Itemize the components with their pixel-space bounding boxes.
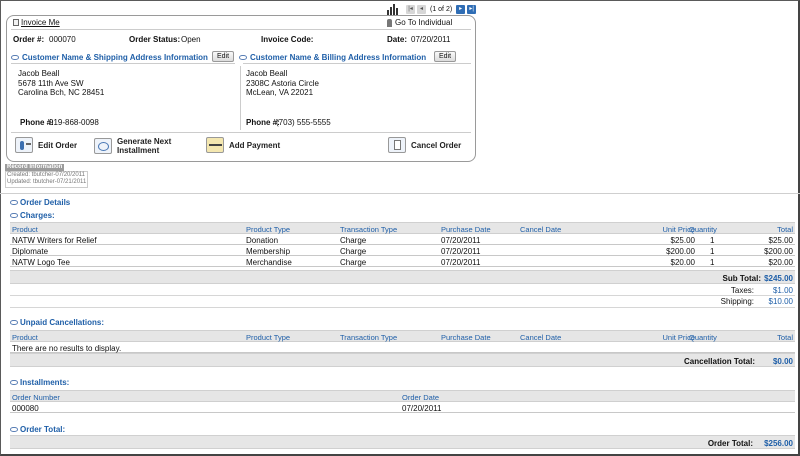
collapse-icon[interactable]	[10, 213, 18, 218]
order-status-label: Order Status:	[129, 35, 181, 44]
billing-phone-label: Phone #:	[246, 118, 280, 127]
cancellation-total-value: $0.00	[772, 357, 793, 366]
col-product-type[interactable]: Product Type	[246, 225, 290, 234]
col-order-date[interactable]: Order Date	[402, 393, 439, 402]
order-number-value: 000070	[49, 35, 76, 44]
billing-line1: 2308C Astoria Circle	[246, 78, 319, 88]
col-purchase-date[interactable]: Purchase Date	[441, 333, 491, 342]
billing-section-title: Customer Name & Billing Address Informat…	[239, 53, 426, 62]
shipping-line1: 5678 11th Ave SW	[18, 78, 84, 88]
table-row[interactable]: 000080 07/20/2011	[10, 402, 795, 413]
invoice-icon	[13, 19, 19, 26]
installments-table-header: Order Number Order Date	[10, 390, 795, 402]
collapse-icon[interactable]	[10, 427, 18, 432]
unpaid-table-header: Product Product Type Transaction Type Pu…	[10, 330, 795, 342]
collapse-icon[interactable]	[239, 55, 247, 60]
col-transaction-type[interactable]: Transaction Type	[340, 333, 397, 342]
table-row: NATW Logo Tee Merchandise Charge 07/20/2…	[10, 258, 795, 267]
chart-icon[interactable]	[386, 3, 400, 15]
charges-table: Product Product Type Transaction Type Pu…	[10, 222, 795, 267]
cancel-order-icon	[388, 137, 406, 153]
charges-table-header: Product Product Type Transaction Type Pu…	[10, 222, 795, 234]
collapse-icon[interactable]	[10, 200, 18, 205]
col-cancel-date[interactable]: Cancel Date	[520, 225, 561, 234]
add-payment-button[interactable]: Add Payment	[206, 137, 280, 153]
subtotal-value: $245.00	[764, 274, 793, 283]
subtotal-bar: Sub Total: $245.00	[10, 270, 795, 284]
col-order-number[interactable]: Order Number	[12, 393, 60, 402]
shipping-line2: Carolina Bch, NC 28451	[18, 88, 105, 97]
record-pager: |◂ ◂ (1 of 2) ▸ ▸|	[386, 3, 477, 15]
no-results-text: There are no results to display.	[12, 344, 122, 353]
go-to-individual-link[interactable]: Go To Individual	[387, 18, 452, 27]
empty-row: There are no results to display.	[10, 342, 795, 353]
order-details-heading[interactable]: Order Details	[10, 198, 70, 207]
cancel-order-button[interactable]: Cancel Order	[388, 137, 461, 153]
col-product[interactable]: Product	[12, 225, 38, 234]
unpaid-cancellations-heading[interactable]: Unpaid Cancellations:	[10, 318, 104, 327]
order-total-label: Order Total:	[707, 439, 753, 448]
credit-card-icon	[206, 137, 224, 153]
shipping-name: Jacob Beall	[18, 69, 60, 78]
next-page-icon[interactable]: ▸	[456, 4, 466, 14]
updated-info: Updated: tbutcher-07/21/2011	[7, 179, 87, 186]
edit-order-icon	[15, 137, 33, 153]
invoice-me-link[interactable]: Invoice Me	[13, 18, 60, 27]
billing-address: Jacob Beall 2308C Astoria Circle McLean,…	[246, 69, 319, 98]
date-value: 07/20/2011	[411, 35, 451, 44]
charges-heading[interactable]: Charges:	[10, 211, 55, 220]
last-page-icon[interactable]: ▸|	[467, 4, 477, 14]
first-page-icon[interactable]: |◂	[406, 4, 415, 14]
taxes-label: Taxes:	[730, 286, 754, 295]
unpaid-cancellations-table: Product Product Type Transaction Type Pu…	[10, 330, 795, 353]
collapse-icon[interactable]	[10, 380, 18, 385]
installments-heading[interactable]: Installments:	[10, 378, 69, 387]
col-transaction-type[interactable]: Transaction Type	[340, 225, 397, 234]
generate-installment-icon	[94, 138, 112, 154]
shipping-phone-value: 919-868-0098	[49, 118, 99, 127]
col-quantity[interactable]: Quantity	[689, 225, 717, 234]
shipping-value: $10.00	[768, 297, 793, 306]
col-total[interactable]: Total	[777, 333, 793, 342]
billing-phone-value: (703) 555-5555	[276, 118, 331, 127]
table-row: NATW Writers for Relief Donation Charge …	[10, 236, 795, 245]
record-information: Record Information Created: tbutcher-07/…	[5, 164, 89, 188]
col-product[interactable]: Product	[12, 333, 38, 342]
collapse-icon[interactable]	[11, 55, 19, 60]
edit-shipping-button[interactable]: Edit	[212, 51, 234, 62]
col-product-type[interactable]: Product Type	[246, 333, 290, 342]
order-total-value: $256.00	[764, 439, 793, 448]
prev-page-icon[interactable]: ◂	[417, 4, 426, 14]
col-total[interactable]: Total	[777, 225, 793, 234]
person-icon	[387, 18, 392, 27]
cancellation-total-label: Cancellation Total:	[684, 357, 755, 366]
order-summary-panel: Invoice Me Go To Individual Order #: 000…	[6, 15, 476, 162]
shipping-label: Shipping:	[720, 297, 754, 306]
collapse-icon[interactable]	[10, 320, 18, 325]
order-total-heading[interactable]: Order Total:	[10, 425, 65, 434]
generate-installment-button[interactable]: Generate Next Installment	[94, 137, 171, 155]
invoice-code-label: Invoice Code:	[261, 35, 314, 44]
shipping-address: Jacob Beall 5678 11th Ave SW Carolina Bc…	[18, 69, 104, 98]
billing-line2: McLean, VA 22021	[246, 88, 314, 97]
edit-order-button[interactable]: Edit Order	[15, 137, 77, 153]
record-info-title: Record Information	[5, 164, 65, 172]
order-status-value: Open	[181, 35, 201, 44]
created-info: Created: tbutcher-07/20/2011	[7, 172, 85, 179]
table-row: Diplomate Membership Charge 07/20/2011 $…	[10, 247, 795, 256]
page-indicator: (1 of 2)	[430, 5, 453, 13]
col-cancel-date[interactable]: Cancel Date	[520, 333, 561, 342]
taxes-value: $1.00	[772, 286, 793, 295]
col-purchase-date[interactable]: Purchase Date	[441, 225, 491, 234]
subtotal-label: Sub Total:	[722, 274, 761, 283]
installments-table: Order Number Order Date 000080 07/20/201…	[10, 390, 795, 413]
billing-name: Jacob Beall	[246, 69, 288, 78]
cancellation-total-bar: Cancellation Total: $0.00	[10, 353, 795, 367]
order-number-label: Order #:	[13, 35, 45, 44]
edit-billing-button[interactable]: Edit	[434, 51, 456, 62]
col-quantity[interactable]: Quantity	[689, 333, 717, 342]
date-label: Date:	[387, 35, 408, 44]
order-total-bar: Order Total: $256.00	[10, 435, 795, 449]
shipping-section-title: Customer Name & Shipping Address Informa…	[11, 53, 208, 62]
